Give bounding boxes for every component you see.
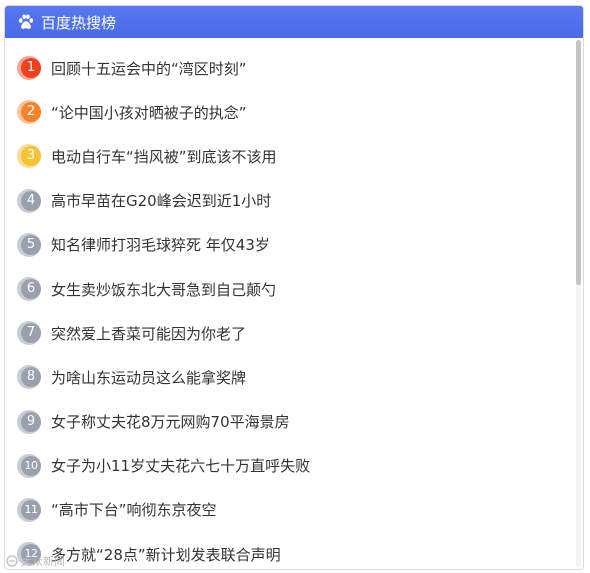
watermark: 大众新闻 <box>6 553 65 569</box>
list-item[interactable]: 8 为啥山东运动员这么能拿奖牌 <box>5 355 575 399</box>
hot-search-panel: 百度热搜榜 1 回顾十五运会中的“湾区时刻” 2 “论中国小孩对晒被子的执念” 3 电动自… <box>4 5 584 570</box>
list-item[interactable]: 10 女子为小11岁丈夫花六七十万直呼失败 <box>5 444 575 488</box>
rank-number: 5 <box>21 234 41 255</box>
list-item[interactable]: 9 女子称丈夫花8万元网购70平海景房 <box>5 400 575 444</box>
rank-number: 1 <box>21 58 41 79</box>
scroll-thumb[interactable] <box>576 40 581 285</box>
rank-number: 9 <box>21 411 41 432</box>
rank-badge: 11 <box>17 497 41 522</box>
list-item[interactable]: 1 回顾十五运会中的“湾区时刻” <box>5 46 575 90</box>
rank-number: 11 <box>21 499 41 520</box>
watermark-text: 大众新闻 <box>21 555 65 568</box>
list-item[interactable]: 2 “论中国小孩对晒被子的执念” <box>5 90 575 134</box>
rank-badge: 5 <box>17 232 41 257</box>
list-item[interactable]: 3 电动自行车“挡风被”到底该不该用 <box>5 134 575 178</box>
rank-badge: 2 <box>17 100 41 125</box>
list-item-title[interactable]: 回顾十五运会中的“湾区时刻” <box>51 58 247 79</box>
list-item[interactable]: 7 突然爱上香菜可能因为你老了 <box>5 311 575 355</box>
rank-badge: 8 <box>17 365 41 390</box>
list-item-title[interactable]: “论中国小孩对晒被子的执念” <box>51 102 247 123</box>
rank-badge: 9 <box>17 409 41 434</box>
scrollbar[interactable] <box>576 40 581 567</box>
hot-search-list: 1 回顾十五运会中的“湾区时刻” 2 “论中国小孩对晒被子的执念” 3 电动自行车“挡风被… <box>5 38 575 569</box>
rank-badge: 7 <box>17 321 41 346</box>
list-item-title[interactable]: 女生卖炒饭东北大哥急到自己颠勺 <box>51 279 276 300</box>
rank-badge: 3 <box>17 144 41 169</box>
list-item[interactable]: 12 多方就“28点”新计划发表联合声明 <box>5 532 575 569</box>
rank-number: 10 <box>21 455 41 476</box>
list-item-title[interactable]: 为啥山东运动员这么能拿奖牌 <box>51 367 246 388</box>
list-item[interactable]: 6 女生卖炒饭东北大哥急到自己颠勺 <box>5 267 575 311</box>
list-item-title[interactable]: 高市早苗在G20峰会迟到近1小时 <box>51 190 271 211</box>
list-item[interactable]: 5 知名律师打羽毛球猝死 年仅43岁 <box>5 223 575 267</box>
list-item-title[interactable]: 突然爱上香菜可能因为你老了 <box>51 323 246 344</box>
list-item-title[interactable]: 知名律师打羽毛球猝死 年仅43岁 <box>51 234 270 255</box>
rank-badge: 10 <box>17 453 41 478</box>
panel-header: 百度热搜榜 <box>5 6 583 38</box>
watermark-logo-icon <box>6 555 18 567</box>
rank-number: 4 <box>21 190 41 211</box>
list-item[interactable]: 11 “高市下台”响彻东京夜空 <box>5 488 575 532</box>
rank-badge: 1 <box>17 56 41 81</box>
list-item-title[interactable]: 女子称丈夫花8万元网购70平海景房 <box>51 411 290 432</box>
list-item-title[interactable]: 多方就“28点”新计划发表联合声明 <box>51 544 281 565</box>
rank-badge: 4 <box>17 188 41 213</box>
list-item-title[interactable]: 电动自行车“挡风被”到底该不该用 <box>51 146 277 167</box>
list-item-title[interactable]: 女子为小11岁丈夫花六七十万直呼失败 <box>51 455 310 476</box>
list-item-title[interactable]: “高市下台”响彻东京夜空 <box>51 499 217 520</box>
baidu-paw-icon <box>18 14 34 29</box>
rank-badge: 6 <box>17 277 41 302</box>
list-item[interactable]: 4 高市早苗在G20峰会迟到近1小时 <box>5 179 575 223</box>
panel-title: 百度热搜榜 <box>41 13 117 32</box>
rank-number: 6 <box>21 279 41 300</box>
